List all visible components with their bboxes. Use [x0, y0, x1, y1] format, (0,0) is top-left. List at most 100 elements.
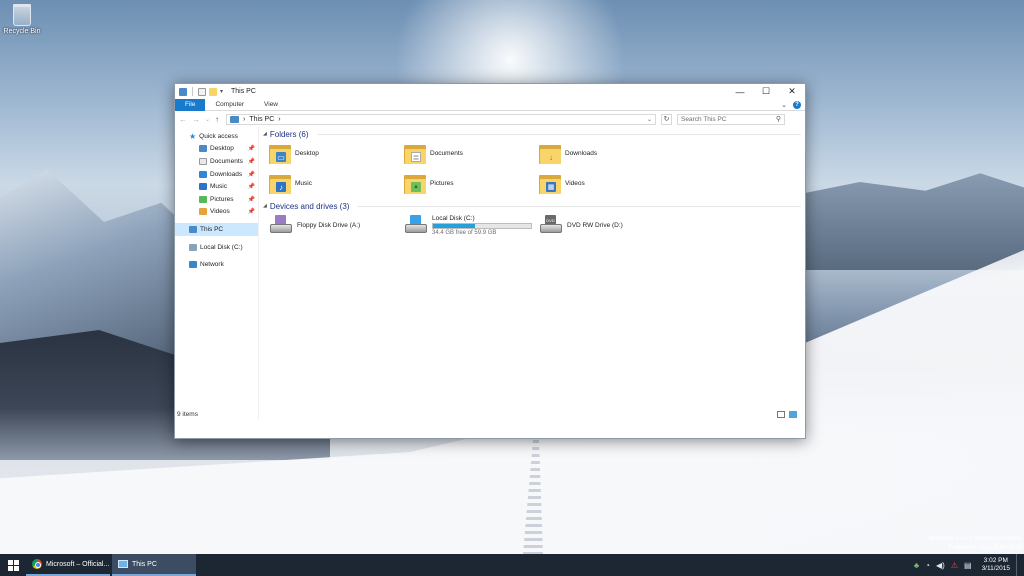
nav-item-desktop[interactable]: Desktop 📌: [175, 143, 258, 156]
close-button[interactable]: ✕: [779, 84, 805, 99]
properties-icon[interactable]: [198, 87, 206, 96]
quick-access-toolbar: ▾: [179, 87, 223, 96]
ribbon-right-controls: ⌄ ?: [781, 100, 805, 109]
folder-music[interactable]: ♪ Music: [269, 171, 404, 195]
navigation-pane: ★ Quick access Desktop 📌 Documents 📌 Dow…: [175, 127, 259, 420]
security-icon[interactable]: ♣: [914, 561, 919, 570]
folder-label: Pictures: [430, 179, 454, 187]
folders-group-header[interactable]: ◢ Folders (6): [263, 127, 805, 141]
drives-grid: Floppy Disk Drive (A:) Local Disk (C:) 3…: [263, 213, 805, 237]
title-bar[interactable]: ▾ This PC — ☐ ✕: [175, 84, 805, 99]
tab-file[interactable]: File: [175, 98, 206, 111]
folder-desktop[interactable]: ▭ Desktop: [269, 141, 404, 165]
show-desktop-button[interactable]: [1016, 554, 1020, 576]
collapse-caret-icon[interactable]: ◢: [263, 131, 267, 137]
desktop-folder-icon: ▭: [269, 142, 291, 164]
maximize-button[interactable]: ☐: [753, 84, 779, 99]
folder-label: Desktop: [295, 149, 319, 157]
taskbar-item-this-pc[interactable]: This PC: [112, 554, 196, 576]
folders-grid: ▭ Desktop ≣ Documents ↓ Downloads ♪ Musi…: [263, 141, 805, 195]
address-dropdown-icon[interactable]: ⌄: [647, 116, 652, 123]
pin-icon[interactable]: 📌: [248, 158, 255, 165]
pin-icon[interactable]: 📌: [248, 183, 255, 190]
nav-item-videos[interactable]: Videos 📌: [175, 206, 258, 219]
large-icons-view-icon[interactable]: [789, 410, 797, 418]
nav-item-this-pc[interactable]: This PC: [175, 223, 258, 236]
this-pc-window-icon[interactable]: [179, 87, 187, 96]
nav-item-pictures[interactable]: Pictures 📌: [175, 193, 258, 206]
recent-locations-icon[interactable]: ⌄: [205, 116, 210, 123]
volume-icon[interactable]: ◀): [936, 561, 945, 570]
search-icon[interactable]: ⚲: [776, 115, 781, 123]
pin-icon[interactable]: 📌: [248, 208, 255, 215]
this-pc-icon: [189, 225, 197, 233]
view-switcher: [777, 410, 797, 418]
pin-icon[interactable]: 📌: [248, 196, 255, 203]
folder-videos[interactable]: ▦ Videos: [539, 171, 674, 195]
back-icon[interactable]: ←: [179, 115, 187, 124]
clock[interactable]: 3:02 PM 3/11/2015: [982, 557, 1010, 573]
task-label: This PC: [132, 560, 157, 568]
devices-group-header[interactable]: ◢ Devices and drives (3): [263, 199, 805, 213]
up-icon[interactable]: ↑: [215, 115, 219, 124]
nav-label: Downloads: [210, 170, 243, 178]
drive-local-disk-c[interactable]: Local Disk (C:) 34.4 GB free of 59.9 GB: [404, 213, 539, 237]
group-title: Devices and drives (3): [269, 201, 350, 211]
nav-label: Pictures: [210, 195, 234, 203]
taskbar-item-chrome[interactable]: Microsoft – Official...: [26, 554, 110, 576]
folder-downloads[interactable]: ↓ Downloads: [539, 141, 674, 165]
group-divider: [317, 133, 801, 135]
search-input[interactable]: Search This PC: [681, 116, 726, 123]
clock-date: 3/11/2015: [981, 565, 1010, 572]
explorer-body: ★ Quick access Desktop 📌 Documents 📌 Dow…: [175, 127, 805, 420]
tab-view[interactable]: View: [254, 99, 288, 111]
videos-folder-icon: [199, 208, 207, 216]
customize-toolbar-icon[interactable]: ▾: [220, 88, 223, 95]
watermark-line2: Evaluation copy. Build 9926: [948, 545, 1022, 551]
documents-folder-icon: [199, 157, 207, 165]
pictures-folder-icon: [199, 195, 207, 203]
collapse-caret-icon[interactable]: ◢: [263, 203, 267, 209]
music-folder-icon: ♪: [269, 172, 291, 194]
nav-item-network[interactable]: Network: [175, 258, 258, 271]
documents-folder-icon: ≣: [404, 142, 426, 164]
local-disk-icon: [189, 243, 197, 251]
address-separator[interactable]: ›: [243, 116, 245, 123]
nav-item-local-disk[interactable]: Local Disk (C:): [175, 241, 258, 254]
new-folder-icon[interactable]: [209, 87, 217, 96]
pin-icon[interactable]: 📌: [248, 171, 255, 178]
address-separator[interactable]: ›: [278, 116, 280, 123]
pin-icon[interactable]: 📌: [248, 145, 255, 152]
details-view-icon[interactable]: [777, 410, 785, 418]
folder-pictures[interactable]: ▲ Pictures: [404, 171, 539, 195]
recycle-bin-shortcut[interactable]: Recycle Bin: [2, 4, 42, 35]
group-divider: [358, 205, 801, 207]
address-segment-this-pc[interactable]: This PC: [249, 116, 274, 123]
drive-usage-fill: [433, 223, 476, 228]
drive-dvd[interactable]: DVD DVD RW Drive (D:): [539, 213, 674, 237]
folder-documents[interactable]: ≣ Documents: [404, 141, 539, 165]
minimize-button[interactable]: —: [727, 84, 753, 99]
network-tray-icon[interactable]: ◔: [925, 561, 930, 570]
drive-floppy[interactable]: Floppy Disk Drive (A:): [269, 213, 404, 237]
nav-item-documents[interactable]: Documents 📌: [175, 155, 258, 168]
tab-computer[interactable]: Computer: [205, 99, 254, 111]
refresh-button[interactable]: ↻: [661, 113, 673, 125]
address-bar[interactable]: › This PC › ⌄: [226, 113, 657, 125]
downloads-folder-icon: ↓: [539, 142, 561, 164]
help-icon[interactable]: ?: [793, 100, 801, 109]
nav-item-music[interactable]: Music 📌: [175, 180, 258, 193]
nav-item-downloads[interactable]: Downloads 📌: [175, 168, 258, 181]
search-box[interactable]: Search This PC ⚲: [677, 113, 786, 125]
watermark-line1: Windows 10 Pro Technical Preview: [928, 536, 1022, 542]
action-center-alert-icon[interactable]: ⚠: [951, 561, 958, 570]
file-explorer-icon: [118, 560, 128, 568]
forward-icon[interactable]: →: [192, 115, 200, 124]
start-button[interactable]: [0, 554, 26, 576]
address-toolbar: ← → ⌄ ↑ › This PC › ⌄ ↻ Search This PC ⚲: [175, 111, 805, 127]
expand-ribbon-icon[interactable]: ⌄: [781, 101, 787, 109]
system-tray: ♣ ◔ ◀) ⚠ ▤ 3:02 PM 3/11/2015: [914, 554, 1024, 576]
drive-details: Local Disk (C:) 34.4 GB free of 59.9 GB: [432, 215, 532, 236]
notifications-icon[interactable]: ▤: [964, 561, 972, 570]
nav-quick-access[interactable]: ★ Quick access: [175, 130, 258, 143]
